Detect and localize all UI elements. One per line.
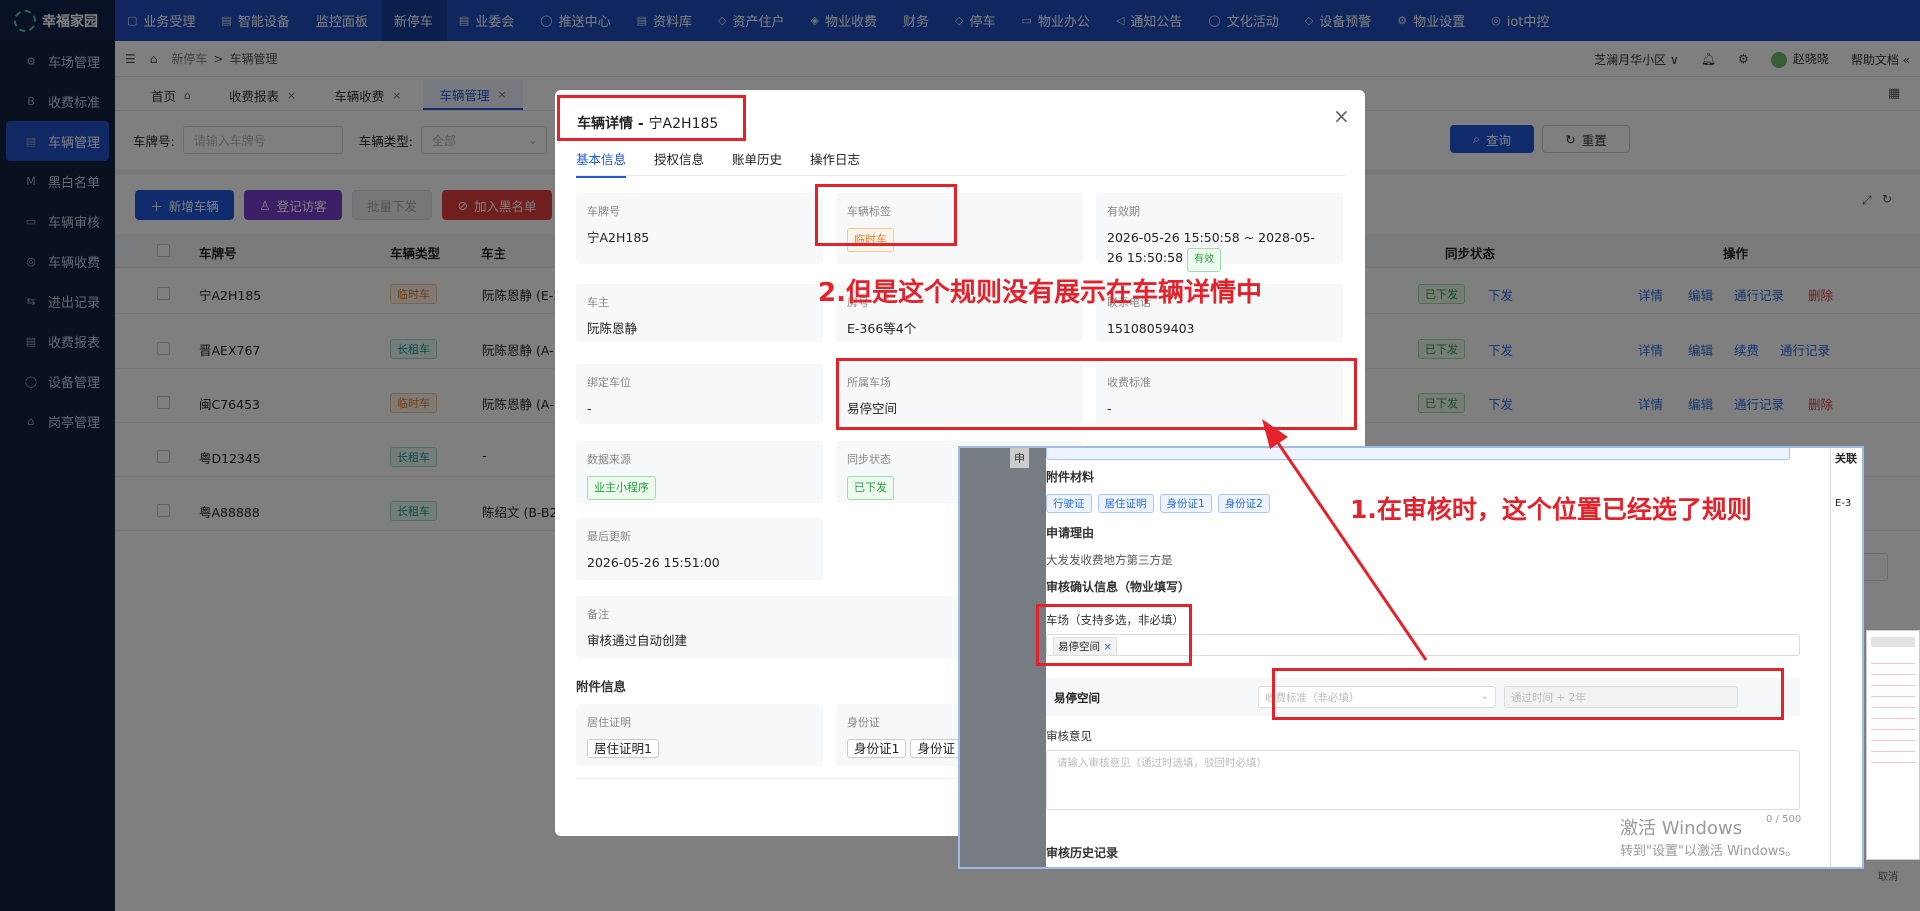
inset-cancel-button[interactable]: 取消 bbox=[1878, 868, 1898, 883]
id-card-file[interactable]: 身份证 bbox=[910, 739, 962, 758]
close-icon[interactable]: × bbox=[1333, 104, 1350, 128]
inset-thumbnail bbox=[1866, 630, 1920, 860]
field-residence-proof: 居住证明 居住证明1 bbox=[576, 704, 823, 766]
annotation-box-lot-select bbox=[1036, 604, 1192, 666]
tab-bill-history[interactable]: 账单历史 bbox=[732, 149, 782, 178]
sync-badge: 已下发 bbox=[847, 476, 894, 500]
field-owner: 车主 阮陈恩静 bbox=[576, 284, 823, 342]
inset-right-column: 关联 E-3 bbox=[1830, 448, 1862, 867]
inset-rule-lot: 易停空间 bbox=[1054, 691, 1100, 705]
modal-tabs: 基本信息 授权信息 账单历史 操作日志 bbox=[576, 149, 860, 178]
source-badge: 业主小程序 bbox=[587, 476, 656, 500]
annotation-box-tag bbox=[815, 184, 957, 246]
inset-history-title: 审核历史记录 bbox=[1046, 846, 1119, 860]
id-card-file[interactable]: 身份证1 bbox=[847, 739, 907, 758]
inset-dimmed-area bbox=[960, 448, 1046, 867]
annotation-box-title bbox=[557, 95, 746, 141]
tabs-divider bbox=[576, 175, 1346, 176]
valid-badge: 有效 bbox=[1187, 248, 1222, 272]
tab-auth-info[interactable]: 授权信息 bbox=[654, 149, 704, 178]
inset-attach-title: 附件材料 bbox=[1046, 470, 1095, 484]
field-valid: 有效期 2026-05-26 15:50:58 ~ 2028-05-26 15:5… bbox=[1096, 193, 1343, 272]
windows-activation-watermark: 激活 Windows 转到"设置"以激活 Windows。 bbox=[1620, 818, 1799, 859]
field-plate: 车牌号 宁A2H185 bbox=[576, 193, 823, 264]
inset-attach-tag[interactable]: 行驶证 bbox=[1046, 494, 1092, 513]
attachments-heading: 附件信息 bbox=[576, 679, 627, 694]
inset-opinion-title: 审核意见 bbox=[1046, 729, 1092, 743]
field-source: 数据来源 业主小程序 bbox=[576, 441, 823, 503]
annotation-arrow bbox=[1262, 419, 1428, 661]
inset-opinion-textarea[interactable]: 请输入审核意见（通过时选填，驳回时必填） bbox=[1046, 750, 1800, 810]
residence-proof-file[interactable]: 居住证明1 bbox=[587, 739, 659, 758]
field-updated: 最后更新 2026-05-26 15:51:00 bbox=[576, 518, 823, 580]
field-space: 绑定车位 - bbox=[576, 364, 823, 424]
tab-operation-log[interactable]: 操作日志 bbox=[810, 149, 860, 178]
annotation-box-rule-row bbox=[1272, 668, 1784, 720]
inset-reason-title: 申请理由 bbox=[1046, 526, 1095, 540]
tab-basic-info[interactable]: 基本信息 bbox=[576, 149, 627, 178]
inset-reason-text: 大发发收费地方第三方是 bbox=[1046, 553, 1173, 567]
inset-confirm-title: 审核确认信息（物业填写） bbox=[1046, 580, 1191, 594]
inset-attach-tag[interactable]: 身份证1 bbox=[1159, 494, 1212, 513]
inset-left-header-fragment: 申 bbox=[1010, 448, 1029, 468]
inset-attach-tag[interactable]: 居住证明 bbox=[1097, 494, 1154, 513]
field-remark: 备注 审核通过自动创建 bbox=[576, 596, 996, 658]
annotation-note-2: 2.但是这个规则没有展示在车辆详情中 bbox=[818, 278, 1262, 308]
